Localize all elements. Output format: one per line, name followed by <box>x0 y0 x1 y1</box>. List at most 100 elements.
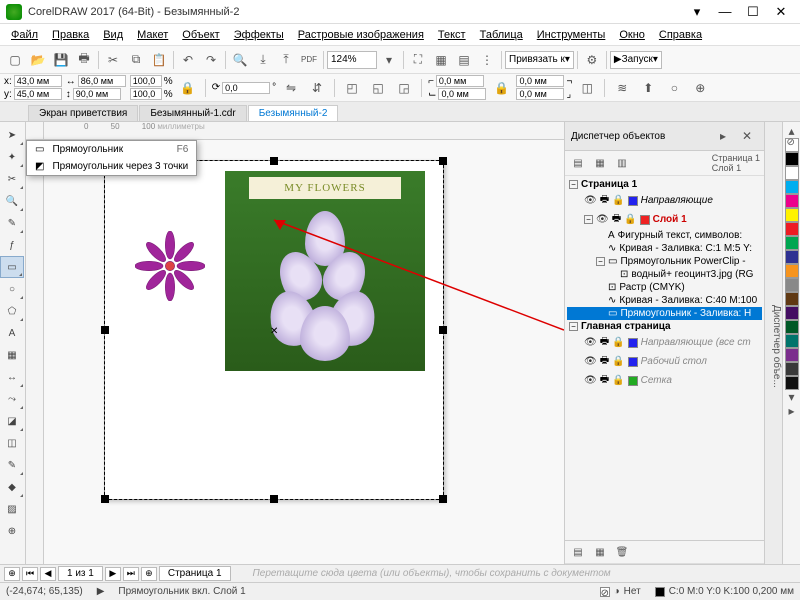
dimension-tool[interactable]: ↔ <box>0 366 24 388</box>
fullscreen-icon[interactable]: ⛶ <box>407 49 429 71</box>
menu-help[interactable]: Справка <box>652 27 709 43</box>
handle-mid-left[interactable] <box>101 326 109 334</box>
mirror-v-icon[interactable]: ⇵ <box>306 77 328 99</box>
drop-shadow-tool[interactable]: ◪ <box>0 410 24 432</box>
open-icon[interactable]: 📂 <box>27 49 49 71</box>
relative-corner-icon[interactable]: ◫ <box>576 77 598 99</box>
smart-fill-tool[interactable]: ▨ <box>0 498 24 520</box>
tree-master-page[interactable]: − Главная страница <box>567 320 762 333</box>
maximize-button[interactable]: ☐ <box>740 3 766 21</box>
table-tool[interactable]: ▦ <box>0 344 24 366</box>
export-icon[interactable]: ⤒ <box>275 49 297 71</box>
swatch-8[interactable] <box>785 278 799 292</box>
canvas[interactable]: 0 50 100 миллиметры <box>26 122 564 564</box>
handle-bot-mid[interactable] <box>270 495 278 503</box>
page-first-icon[interactable]: ⏮ <box>22 567 38 581</box>
tree-bitmap[interactable]: ⊡ водный+ геоцинт3.jpg (RG <box>567 268 762 281</box>
zoom-tool[interactable]: 🔍 <box>0 190 24 212</box>
handle-bot-left[interactable] <box>101 495 109 503</box>
swatch-black[interactable] <box>785 152 799 166</box>
swatch-14[interactable] <box>785 362 799 376</box>
print-icon[interactable]: 🖶 <box>73 49 95 71</box>
add-node-icon[interactable]: ⊕ <box>689 77 711 99</box>
menu-edit[interactable]: Правка <box>45 27 96 43</box>
grid-icon[interactable]: ▤ <box>453 49 475 71</box>
width-input[interactable] <box>78 75 126 87</box>
copy-icon[interactable]: ⧉ <box>125 49 147 71</box>
tree-master-guides[interactable]: 👁🖶🔒 Направляющие (все ст <box>567 333 762 352</box>
page-last-icon[interactable]: ⏭ <box>123 567 139 581</box>
text-tool[interactable]: A <box>0 322 24 344</box>
new-icon[interactable]: ▢ <box>4 49 26 71</box>
swatch-7[interactable] <box>785 264 799 278</box>
tree-desktop[interactable]: 👁🖶🔒 Рабочий стол <box>567 352 762 371</box>
swatch-11[interactable] <box>785 320 799 334</box>
handle-bot-right[interactable] <box>439 495 447 503</box>
menu-text[interactable]: Текст <box>431 27 473 43</box>
palette-up-icon[interactable]: ▴ <box>781 124 800 138</box>
tree-raster[interactable]: ⊡ Растр (CMYK) <box>567 281 762 294</box>
menu-bitmaps[interactable]: Растровые изображения <box>291 27 431 43</box>
menu-layout[interactable]: Макет <box>130 27 175 43</box>
menu-effects[interactable]: Эффекты <box>227 27 291 43</box>
polygon-tool[interactable]: ⬠ <box>0 300 24 322</box>
swatch-5[interactable] <box>785 236 799 250</box>
tree-rectangle-selected[interactable]: ▭ Прямоугольник - Заливка: Н <box>567 307 762 320</box>
ruler-origin[interactable] <box>26 122 44 140</box>
corner-bl-input[interactable] <box>438 88 486 100</box>
launch-combo[interactable]: ▶ Запуск ▾ <box>610 51 662 69</box>
eyedropper-tool[interactable]: ✎ <box>0 454 24 476</box>
swatch-12[interactable] <box>785 334 799 348</box>
fill-indicator[interactable]: ⊘ ◑ Нет <box>600 586 641 597</box>
layer-props-icon[interactable]: ▤ <box>569 154 587 172</box>
swatch-1[interactable] <box>785 180 799 194</box>
import-icon[interactable]: ⤓ <box>252 49 274 71</box>
tree-artistic-text[interactable]: A Фигурный текст, символов: <box>567 229 762 242</box>
search-icon[interactable]: 🔍 <box>229 49 251 71</box>
rulers-icon[interactable]: ▦ <box>430 49 452 71</box>
swatch-10[interactable] <box>785 306 799 320</box>
minimize-button[interactable]: — <box>712 3 738 21</box>
lock-ratio-icon[interactable]: 🔒 <box>177 77 199 99</box>
zoom-dropdown-icon[interactable]: ▾ <box>378 49 400 71</box>
transparency-tool[interactable]: ◫ <box>0 432 24 454</box>
wrap-text-icon[interactable]: ≋ <box>611 77 633 99</box>
paste-icon[interactable]: 📋 <box>148 49 170 71</box>
horizontal-ruler[interactable]: 0 50 100 миллиметры <box>44 122 564 140</box>
corner-round-icon[interactable]: ◰ <box>341 77 363 99</box>
docker-title[interactable]: Диспетчер объектов ▸ ✕ <box>565 122 764 151</box>
corner-scallop-icon[interactable]: ◱ <box>367 77 389 99</box>
menu-table[interactable]: Таблица <box>473 27 530 43</box>
tab-doc1[interactable]: Безымянный-1.cdr <box>139 105 246 121</box>
to-front-icon[interactable]: ⬆ <box>637 77 659 99</box>
tree-curve2[interactable]: ∿ Кривая - Заливка: C:40 M:100 <box>567 294 762 307</box>
save-icon[interactable]: 💾 <box>50 49 72 71</box>
palette-down-icon[interactable]: ▾ <box>781 390 800 404</box>
layer-view-icon[interactable]: ▥ <box>613 154 631 172</box>
corner-br-input[interactable] <box>516 88 564 100</box>
swatch-3[interactable] <box>785 208 799 222</box>
corner-lock-icon[interactable]: 🔒 <box>490 77 512 99</box>
page-counter[interactable]: 1 из 1 <box>58 566 103 581</box>
selection-outline[interactable]: ✕ <box>104 160 444 500</box>
object-tree[interactable]: − Страница 1 👁🖶🔒 Направляющие −👁🖶🔒 Слой … <box>565 176 764 540</box>
docker-side-tab[interactable]: Диспетчер объе... <box>764 122 782 564</box>
connector-tool[interactable]: ⤳ <box>0 388 24 410</box>
zoom-input[interactable] <box>327 51 377 69</box>
ellipse-tool[interactable]: ○ <box>0 278 24 300</box>
cut-icon[interactable]: ✂ <box>102 49 124 71</box>
tab-doc2[interactable]: Безымянный-2 <box>248 105 339 121</box>
menu-object[interactable]: Объект <box>175 27 226 43</box>
artistic-media-tool[interactable]: ƒ <box>0 234 24 256</box>
tree-guides[interactable]: 👁🖶🔒 Направляющие <box>567 191 762 210</box>
pos-x-input[interactable] <box>14 75 62 87</box>
snap-combo[interactable]: Привязать к ▾ <box>505 51 574 69</box>
redo-icon[interactable]: ↷ <box>200 49 222 71</box>
page-tab-1[interactable]: Страница 1 <box>159 566 231 581</box>
flyout-3point-rectangle[interactable]: ◩ Прямоугольник через 3 точки <box>27 158 196 175</box>
tree-page1[interactable]: − Страница 1 <box>567 178 762 191</box>
tree-curve1[interactable]: ∿ Кривая - Заливка: C:1 M:5 Y: <box>567 242 762 255</box>
tab-welcome[interactable]: Экран приветствия <box>28 105 138 121</box>
new-layer-icon[interactable]: ▤ <box>569 543 587 561</box>
tree-powerclip[interactable]: − ▭ Прямоугольник PowerClip - <box>567 255 762 268</box>
